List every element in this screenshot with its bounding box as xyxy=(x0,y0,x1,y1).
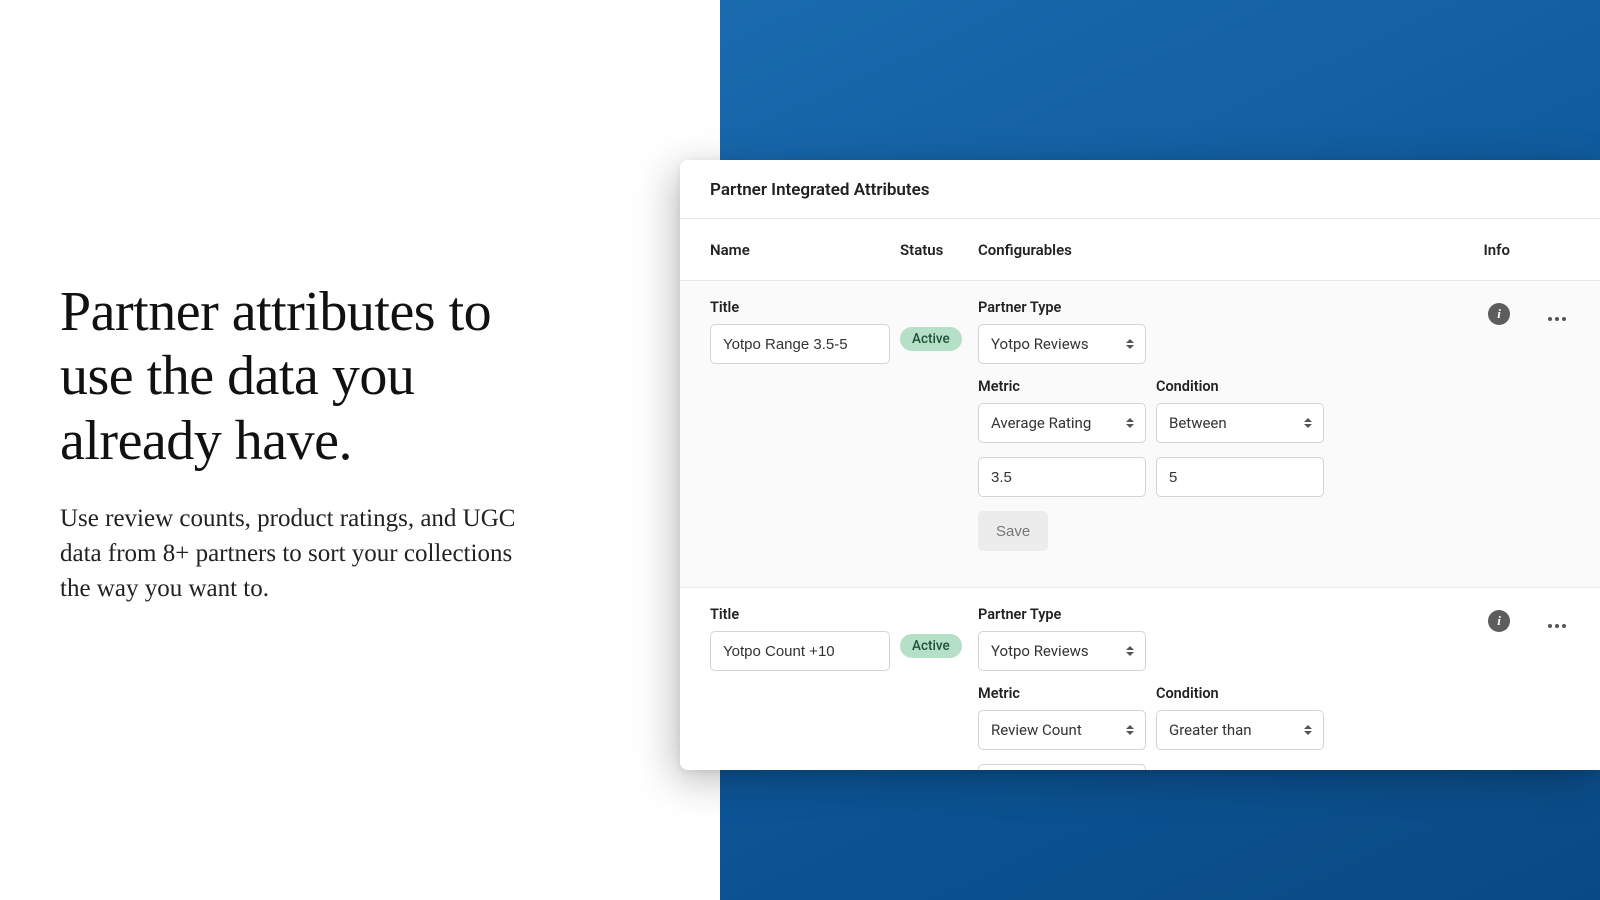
select-arrows-icon xyxy=(1303,723,1313,737)
partner-type-label: Partner Type xyxy=(978,606,1146,623)
column-header-status: Status xyxy=(900,241,978,259)
title-input[interactable] xyxy=(710,631,890,671)
more-actions-icon[interactable] xyxy=(1544,615,1570,637)
select-arrows-icon xyxy=(1303,416,1313,430)
value-from-input[interactable] xyxy=(978,457,1146,497)
value-to-input[interactable] xyxy=(1156,457,1324,497)
condition-label: Condition xyxy=(1156,378,1324,395)
attribute-row: Title Active Partner Type Yotpo Reviews xyxy=(680,588,1600,770)
hero-title: Partner attributes to use the data you a… xyxy=(60,280,530,473)
column-header-name: Name xyxy=(710,241,900,259)
metric-label: Metric xyxy=(978,378,1146,395)
title-input[interactable] xyxy=(710,324,890,364)
select-arrows-icon xyxy=(1125,416,1135,430)
value-input[interactable] xyxy=(978,764,1146,770)
panel-title: Partner Integrated Attributes xyxy=(680,160,1600,219)
save-button[interactable]: Save xyxy=(978,511,1048,551)
partner-type-label: Partner Type xyxy=(978,299,1146,316)
attributes-panel: Partner Integrated Attributes Name Statu… xyxy=(680,160,1600,770)
hero-subtitle: Use review counts, product ratings, and … xyxy=(60,501,530,606)
condition-value: Between xyxy=(1169,414,1227,432)
title-label: Title xyxy=(710,606,890,623)
metric-select[interactable]: Review Count xyxy=(978,710,1146,750)
info-icon[interactable]: i xyxy=(1488,303,1510,325)
partner-type-select[interactable]: Yotpo Reviews xyxy=(978,631,1146,671)
table-header-row: Name Status Configurables Info xyxy=(680,219,1600,281)
metric-value: Average Rating xyxy=(991,414,1091,432)
select-arrows-icon xyxy=(1125,337,1135,351)
partner-type-value: Yotpo Reviews xyxy=(991,642,1089,660)
select-arrows-icon xyxy=(1125,644,1135,658)
title-label: Title xyxy=(710,299,890,316)
metric-select[interactable]: Average Rating xyxy=(978,403,1146,443)
attribute-row: Title Active Partner Type Yotpo Reviews xyxy=(680,281,1600,588)
status-badge: Active xyxy=(900,327,962,351)
condition-label: Condition xyxy=(1156,685,1324,702)
status-badge: Active xyxy=(900,634,962,658)
condition-value: Greater than xyxy=(1169,721,1252,739)
select-arrows-icon xyxy=(1125,723,1135,737)
metric-value: Review Count xyxy=(991,721,1082,739)
metric-label: Metric xyxy=(978,685,1146,702)
partner-type-value: Yotpo Reviews xyxy=(991,335,1089,353)
info-icon[interactable]: i xyxy=(1488,610,1510,632)
column-header-configurables: Configurables xyxy=(978,241,1450,259)
condition-select[interactable]: Between xyxy=(1156,403,1324,443)
partner-type-select[interactable]: Yotpo Reviews xyxy=(978,324,1146,364)
hero-text-block: Partner attributes to use the data you a… xyxy=(60,280,530,606)
more-actions-icon[interactable] xyxy=(1544,308,1570,330)
condition-select[interactable]: Greater than xyxy=(1156,710,1324,750)
column-header-info: Info xyxy=(1450,241,1510,259)
